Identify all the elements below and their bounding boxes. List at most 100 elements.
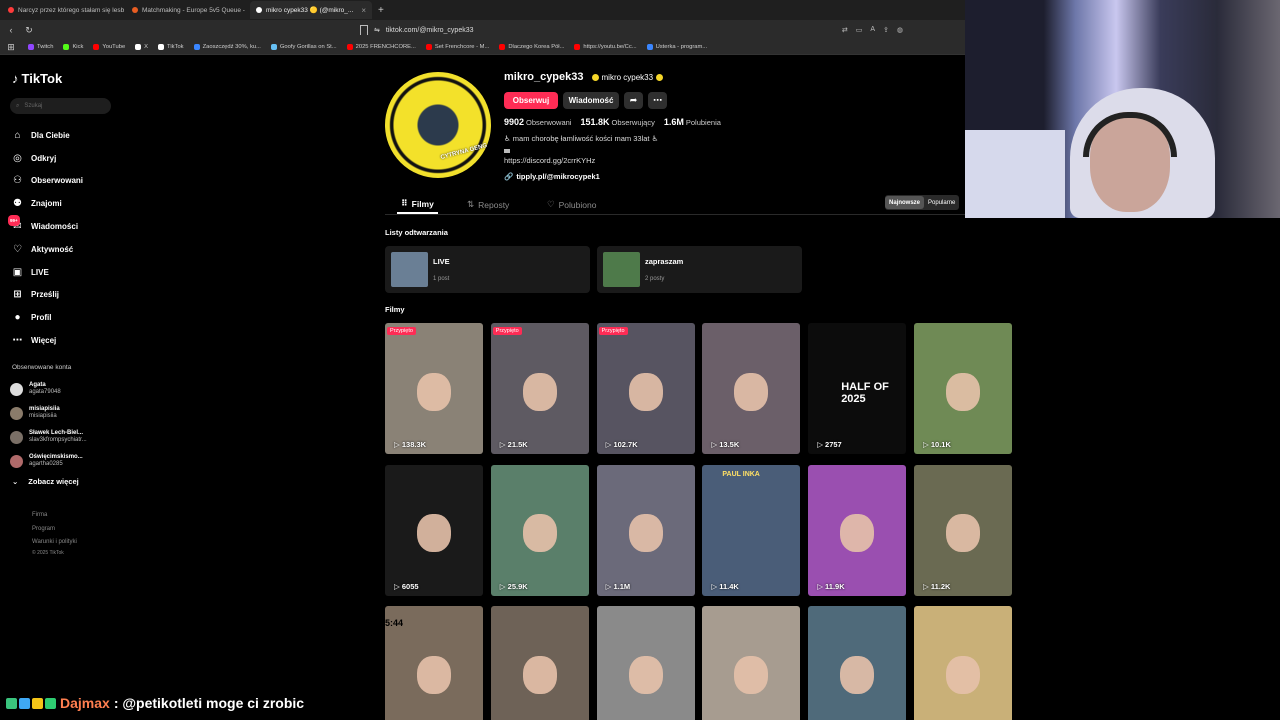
bookmark-favicon-icon xyxy=(28,44,34,50)
tab-filmy[interactable]: ⠿ Filmy xyxy=(397,195,438,214)
video-thumbnail[interactable]: PAUL INKA ▷ 11.4K xyxy=(702,464,801,596)
video-thumbnail[interactable]: 5:44 xyxy=(385,606,483,720)
reader-icon[interactable]: A xyxy=(870,26,875,34)
share-icon[interactable]: ⇪ xyxy=(883,26,889,34)
bookmark-item[interactable]: YouTube xyxy=(93,44,125,50)
playlist-card[interactable]: zapraszam 2 posty xyxy=(597,246,802,293)
sort-newest[interactable]: Najnowsze xyxy=(885,196,925,209)
bookmark-item[interactable]: Twitch xyxy=(28,44,53,50)
back-icon[interactable]: ‹ xyxy=(4,25,18,35)
view-count-value: 11.2K xyxy=(930,581,951,591)
view-count: ▷ 11.4K xyxy=(711,582,738,591)
browser-tab[interactable]: mikro cypek33 🟡 (@mikro_... × xyxy=(250,1,372,19)
bookmark-icon[interactable] xyxy=(360,25,368,35)
repost-icon: ⇅ xyxy=(467,199,475,209)
video-subject xyxy=(628,655,663,694)
view-count: ▷ 6055 xyxy=(394,582,419,591)
video-subject xyxy=(628,514,663,553)
bookmark-item[interactable]: Usterka - program... xyxy=(646,44,708,50)
video-thumbnail[interactable]: ▷ 13.5K xyxy=(702,323,801,454)
sidebar-item-dla-ciebie[interactable]: ⌂ Dla Ciebie xyxy=(12,124,112,147)
video-thumbnail[interactable]: ▷ 6055 xyxy=(385,464,483,596)
translate-icon[interactable]: ⇄ xyxy=(842,26,848,34)
tab-title: Narcyz przez którego stałam się lesb xyxy=(18,6,124,14)
playlist-thumbnail xyxy=(603,252,640,287)
video-thumbnail[interactable]: HALF OF 2025 ▷ 2757 xyxy=(808,323,907,454)
video-thumbnail[interactable] xyxy=(596,606,695,720)
video-thumbnail[interactable]: ▷ 1.1M xyxy=(596,464,695,596)
profile-link[interactable]: 🔗 tipply.pl/@mikrocypek1 xyxy=(504,172,600,181)
video-thumbnail[interactable] xyxy=(702,606,801,720)
bookmark-item[interactable]: Kick xyxy=(63,44,83,50)
profile-icon: ● xyxy=(14,312,21,324)
video-thumbnail[interactable] xyxy=(808,606,907,720)
address-field[interactable]: ⇋ tiktok.com/@mikro_cypek33 xyxy=(356,23,836,38)
bookmark-item[interactable]: Set Frenchcore - M... xyxy=(425,44,489,50)
sidebar-item-aktywność[interactable]: ♡ Aktywność xyxy=(12,238,112,261)
followed-account[interactable]: Agata agata79048 xyxy=(10,377,120,401)
sidebar-item-obserwowani[interactable]: ⚇ Obserwowani xyxy=(12,170,112,193)
followed-account[interactable]: misiapisiia misiapisiia xyxy=(10,401,120,425)
sidebar-item-wiadomości[interactable]: ✉ 99+ Wiadomości xyxy=(8,215,112,238)
play-icon: ▷ xyxy=(499,581,508,591)
search-input[interactable]: ⌕ Szukaj xyxy=(10,98,111,114)
video-thumbnail[interactable]: ▷ 11.2K xyxy=(914,464,1012,596)
browser-tab[interactable]: Narcyz przez którego stałam się lesb× xyxy=(2,1,124,19)
profile-bio: ♿ mam chorobę łamliwość kości mam 33lat … xyxy=(504,134,658,167)
share-profile-button[interactable]: ➦ xyxy=(624,92,643,109)
message-button[interactable]: Wiadomość xyxy=(563,92,619,109)
video-thumbnail[interactable] xyxy=(490,606,589,720)
footer-link-terms[interactable]: Warunki i polityki xyxy=(32,536,77,550)
sidebar-item-odkryj[interactable]: ◎ Odkryj xyxy=(12,147,112,170)
footer-link-program[interactable]: Program xyxy=(32,523,77,537)
tab-polubiono[interactable]: ♡ Polubiono xyxy=(547,195,596,214)
playlist-card[interactable]: LIVE 1 post xyxy=(385,246,590,293)
tiktok-logo[interactable]: ♪ TikTok xyxy=(12,71,62,86)
site-info-icon[interactable]: ⇋ xyxy=(374,26,380,34)
sidebar-item-live[interactable]: ▣ LIVE xyxy=(12,261,112,284)
video-thumbnail[interactable]: Przypięto ▷ 21.5K xyxy=(490,323,589,454)
bookmark-item[interactable]: Zaoszczędź 30%, ku... xyxy=(193,44,261,50)
bookmark-item[interactable]: Goofy Gorillas on St... xyxy=(270,44,337,50)
see-more-button[interactable]: ⌄ Zobacz więcej xyxy=(12,477,79,486)
video-thumbnail[interactable] xyxy=(914,606,1012,720)
sidebar-item-prześlij[interactable]: ⊞ Prześlij xyxy=(12,284,112,307)
profile-stat: 1.6M Polubienia xyxy=(664,117,721,127)
videos-title: Filmy xyxy=(385,305,405,314)
profile-avatar[interactable]: CYTRYNA GENG xyxy=(385,72,491,178)
apps-icon[interactable]: ⊞ xyxy=(4,42,18,53)
chat-text: : @petikotleti moge ci zrobic xyxy=(113,695,305,711)
follow-button[interactable]: Obserwuj xyxy=(504,92,558,109)
video-thumbnail[interactable]: ▷ 25.9K xyxy=(490,464,589,596)
footer-link-company[interactable]: Firma xyxy=(32,509,77,523)
new-tab-icon[interactable]: + xyxy=(378,5,384,16)
sidebar-item-profil[interactable]: ● Profil xyxy=(12,306,112,329)
screen-icon[interactable]: ▭ xyxy=(856,26,863,34)
playlist-thumbnail xyxy=(391,252,428,287)
bookmark-label: Usterka - program... xyxy=(655,44,708,50)
browser-tab[interactable]: Matchmaking - Europe 5v5 Queue -× xyxy=(126,1,248,19)
following-icon: ⚇ xyxy=(13,175,22,187)
bookmark-item[interactable]: 2025 FRENCHCORE... xyxy=(346,44,416,50)
video-thumbnail[interactable]: Przypięto ▷ 102.7K xyxy=(596,323,695,454)
extension-icon[interactable]: ◍ xyxy=(897,26,903,34)
sidebar-item-znajomi[interactable]: ⚉ Znajomi xyxy=(12,192,112,215)
bookmark-favicon-icon xyxy=(193,44,200,50)
tab-reposty[interactable]: ⇅ Reposty xyxy=(467,195,509,214)
video-thumbnail[interactable]: ▷ 10.1K xyxy=(914,323,1012,454)
close-tab-icon[interactable]: × xyxy=(361,6,366,15)
playlist-name: LIVE xyxy=(433,257,450,266)
sidebar-item-więcej[interactable]: ⋯ Więcej xyxy=(12,329,112,352)
video-thumbnail[interactable]: Przypięto ▷ 138.3K xyxy=(385,323,483,454)
bookmark-item[interactable]: X xyxy=(135,44,148,50)
bookmark-item[interactable]: https://youtu.be/Cc... xyxy=(574,44,637,50)
bookmark-favicon-icon xyxy=(574,44,581,50)
bookmark-item[interactable]: Dlaczego Korea Pół... xyxy=(499,44,564,50)
more-options-button[interactable]: ⋯ xyxy=(648,92,667,109)
followed-account[interactable]: Sławek Lech-Biel... slav3kfrompsychiatr..… xyxy=(10,425,120,449)
followed-account[interactable]: Oświęcimskismo... agartha0285 xyxy=(10,449,120,473)
reload-icon[interactable]: ↻ xyxy=(22,25,36,36)
video-thumbnail[interactable]: ▷ 11.9K xyxy=(808,464,907,596)
bookmark-item[interactable]: TikTok xyxy=(158,44,184,50)
sort-popular[interactable]: Popularne xyxy=(924,196,959,209)
